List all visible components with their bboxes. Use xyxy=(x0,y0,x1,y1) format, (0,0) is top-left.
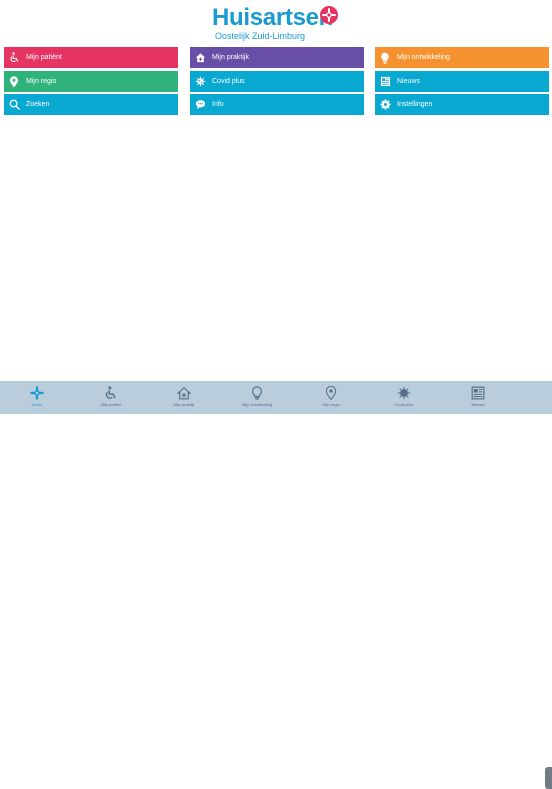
tab-label: Mijn regio xyxy=(322,402,340,407)
wheelchair-icon xyxy=(104,386,118,400)
lightbulb-icon xyxy=(379,52,391,64)
lightbulb-icon xyxy=(250,386,264,400)
tab-label: Mijn patiënt xyxy=(100,402,122,407)
tab-label: Home xyxy=(31,402,43,407)
tab-label: Covid plus xyxy=(394,402,414,407)
tab-mijn-praktijk[interactable]: Mijn praktijk xyxy=(149,381,219,414)
tab-nieuws[interactable]: Nieuws xyxy=(443,381,513,414)
tile-mijn-praktijk[interactable]: Mijn praktijk xyxy=(190,47,364,68)
logo-wordmark: Huisartsen xyxy=(212,4,334,31)
tile-label: Nieuws xyxy=(397,78,420,85)
tile-nieuws[interactable]: Nieuws xyxy=(375,71,549,92)
tile-label: Instellingen xyxy=(397,101,433,108)
home-cross-icon xyxy=(30,386,44,400)
tile-label: Mijn praktijk xyxy=(212,54,249,61)
chat-bubble-icon xyxy=(194,99,206,111)
tile-info[interactable]: Info xyxy=(190,94,364,115)
tile-mijn-patient[interactable]: Mijn patiënt xyxy=(4,47,178,68)
tab-home[interactable]: Home xyxy=(2,381,72,414)
tile-zoeken[interactable]: Zoeken xyxy=(4,94,178,115)
search-icon xyxy=(8,99,20,111)
wheelchair-icon xyxy=(8,52,20,64)
tab-mijn-patient[interactable]: Mijn patiënt xyxy=(76,381,146,414)
tab-mijn-regio[interactable]: Mijn regio xyxy=(296,381,366,414)
tile-label: Mijn patiënt xyxy=(26,54,62,61)
tile-label: Covid plus xyxy=(212,78,245,85)
house-icon xyxy=(194,52,206,64)
newspaper-icon xyxy=(471,386,485,400)
tile-label: Zoeken xyxy=(26,101,50,108)
tile-label: Info xyxy=(212,101,224,108)
logo-cross-badge xyxy=(320,6,338,24)
location-pin-icon xyxy=(324,385,338,401)
location-pin-icon xyxy=(8,75,20,88)
tile-covid-plus[interactable]: Covid plus xyxy=(190,71,364,92)
virus-icon xyxy=(397,386,411,400)
tile-label: Mijn ontwikkeling xyxy=(397,54,450,61)
tile-mijn-regio[interactable]: Mijn regio xyxy=(4,71,178,92)
house-icon xyxy=(176,386,192,400)
tab-label: Nieuws xyxy=(471,402,485,407)
bottom-tab-bar: Home Mijn patiënt Mijn praktijk Mijn ont… xyxy=(0,381,552,789)
tab-mijn-ontwikkeling[interactable]: Mijn ontwikkeling xyxy=(222,381,292,414)
logo-subtitle: Oostelijk Zuid-Limburg xyxy=(215,31,306,41)
tab-covid-plus[interactable]: Covid plus xyxy=(369,381,439,414)
gear-icon xyxy=(379,99,391,111)
newspaper-icon xyxy=(379,76,391,88)
scroll-handle[interactable] xyxy=(545,767,552,789)
app-logo: Huisartsen Oostelijk Zuid-Limburg xyxy=(212,4,342,44)
tile-instellingen[interactable]: Instellingen xyxy=(375,94,549,115)
tile-mijn-ontwikkeling[interactable]: Mijn ontwikkeling xyxy=(375,47,549,68)
tab-label: Mijn ontwikkeling xyxy=(241,402,273,407)
virus-icon xyxy=(194,76,206,88)
tile-label: Mijn regio xyxy=(26,78,57,85)
tab-label: Mijn praktijk xyxy=(173,402,195,407)
